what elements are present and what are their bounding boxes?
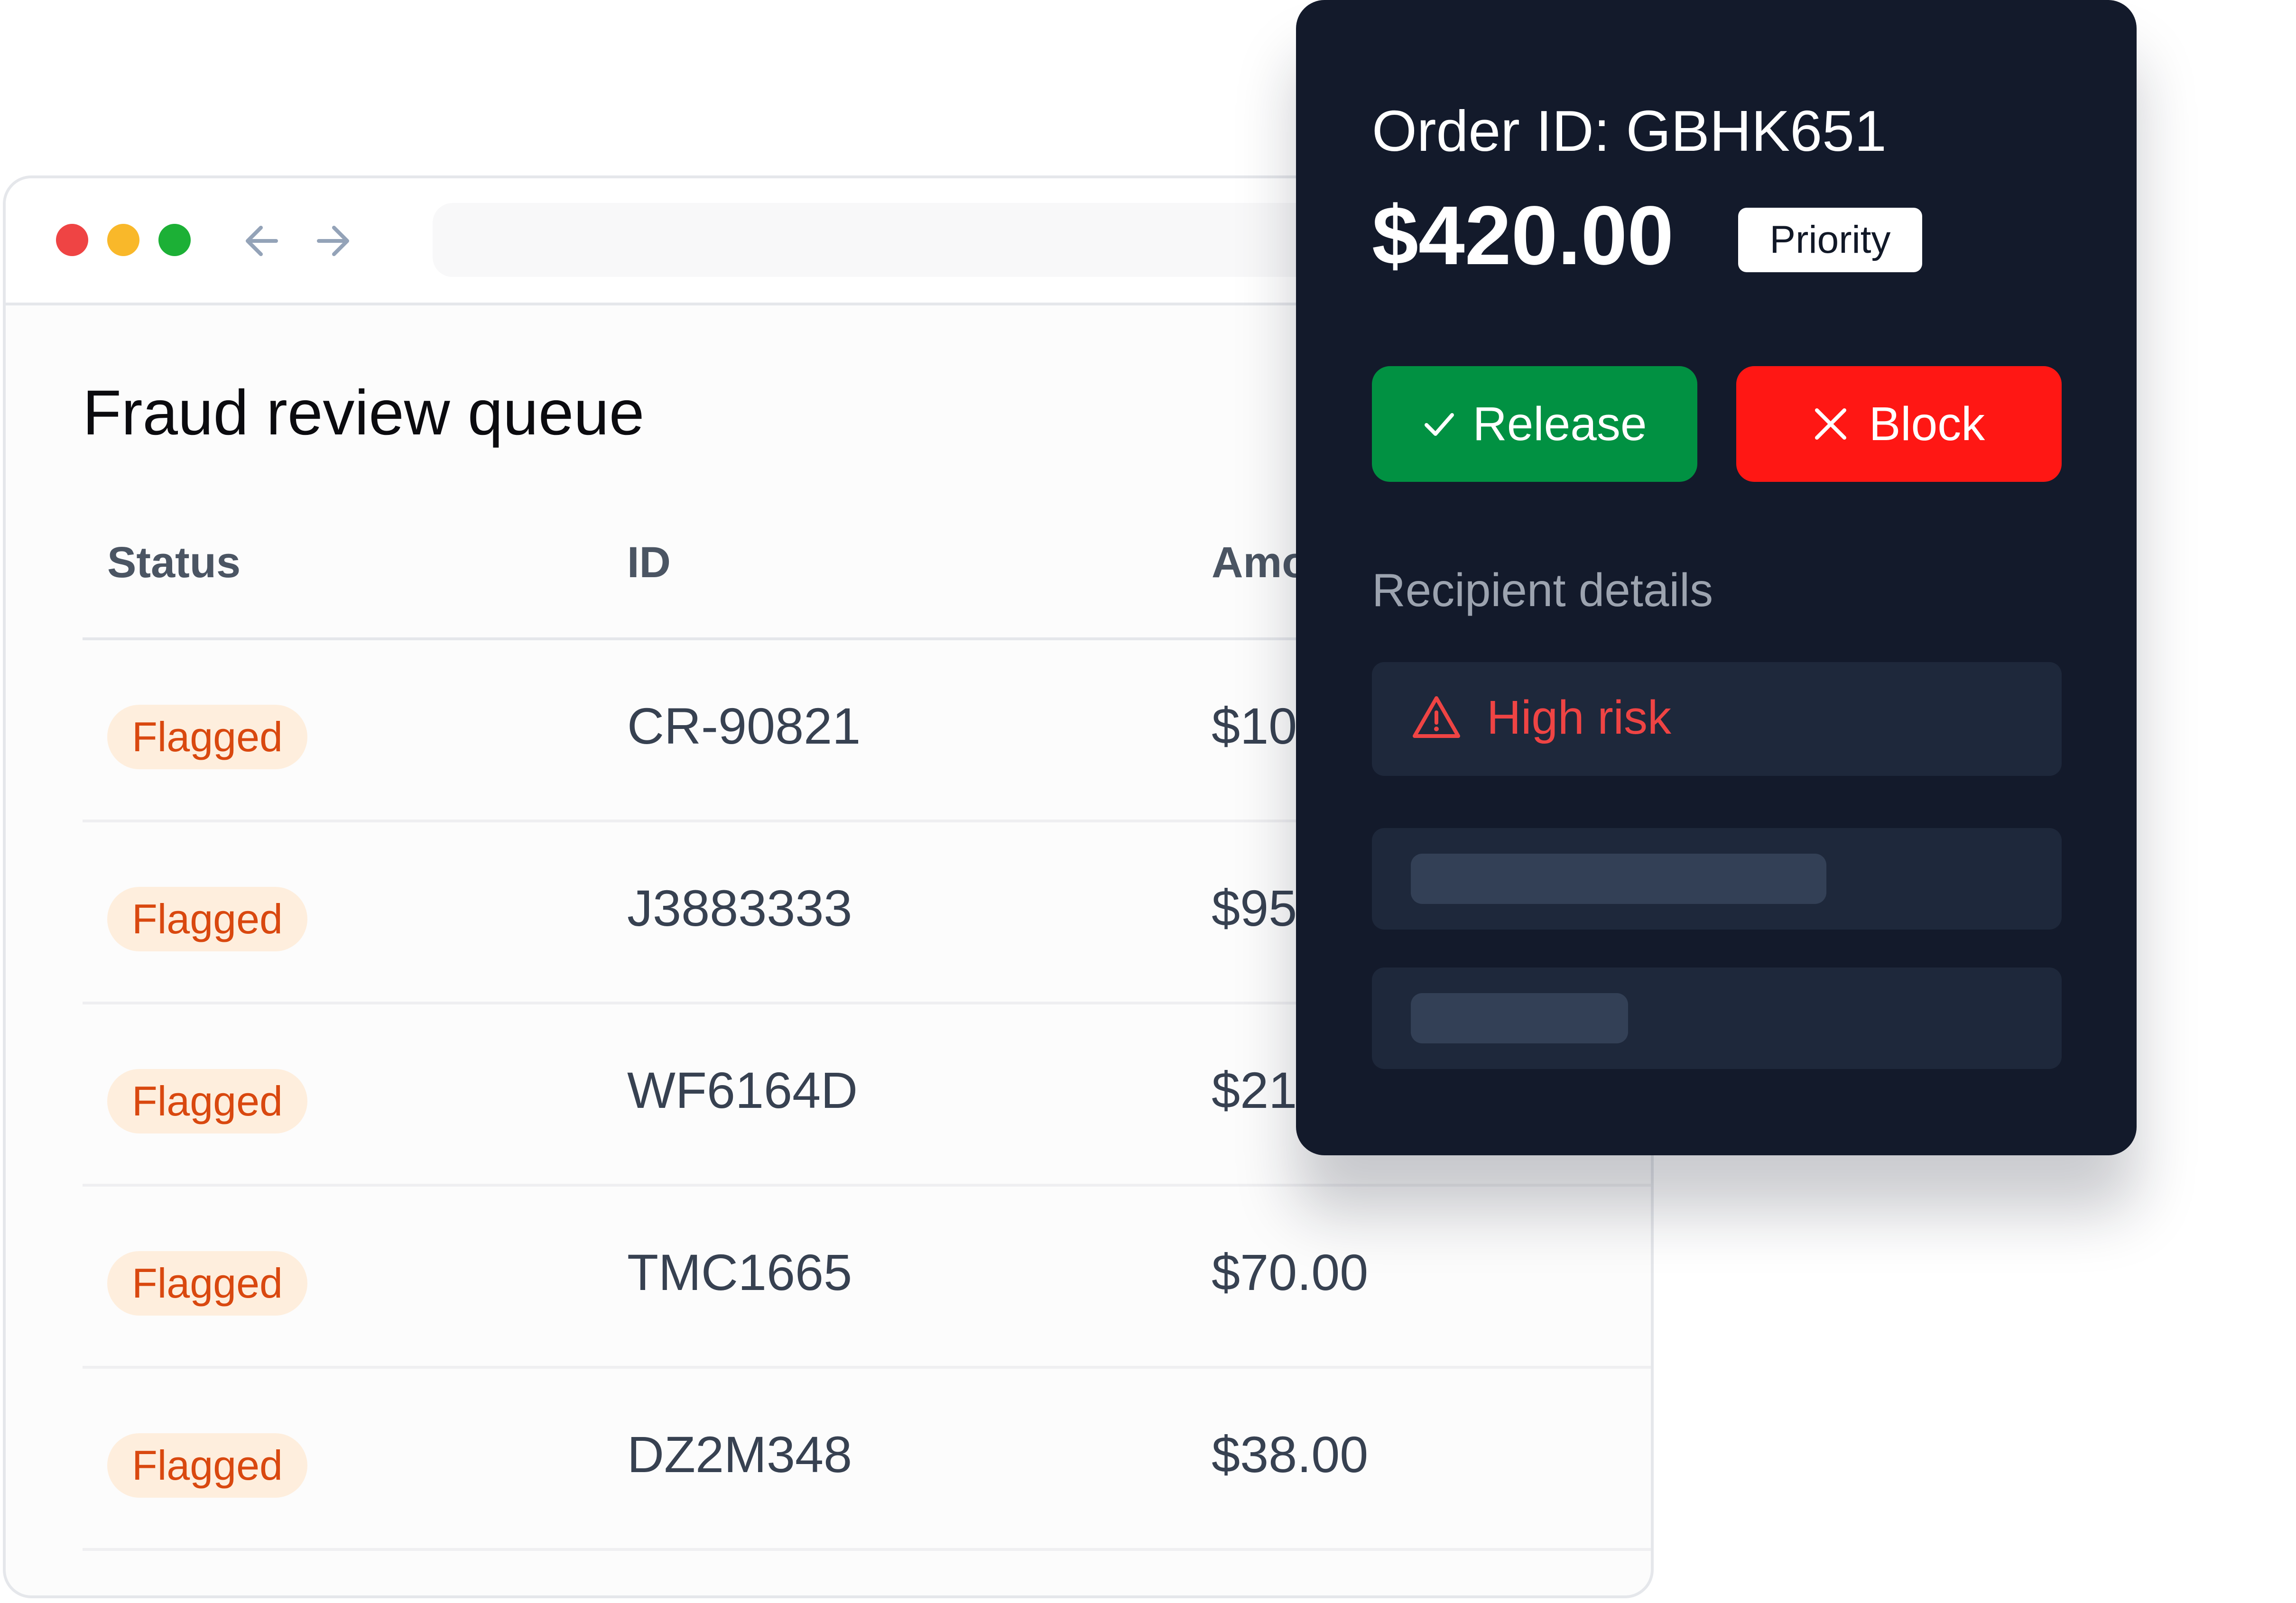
block-button[interactable]: Block — [1736, 366, 2062, 482]
status-badge: Flagged — [107, 1251, 307, 1316]
release-button-label: Release — [1472, 397, 1647, 451]
column-header-status[interactable]: Status — [107, 538, 241, 588]
recipient-details-label: Recipient details — [1372, 564, 1713, 616]
amount-cell: $95 — [1212, 879, 1297, 937]
order-amount: $420.00 — [1372, 189, 1674, 282]
order-id-cell: DZ2M348 — [627, 1426, 852, 1483]
x-icon — [1815, 408, 1846, 440]
table-row[interactable]: Flagged DZ2M348 $38.00 — [6, 1369, 1651, 1549]
recipient-detail-placeholder — [1372, 967, 2062, 1069]
status-badge: Flagged — [107, 1069, 307, 1133]
risk-indicator: High risk — [1372, 662, 2062, 776]
row-divider — [83, 1548, 1651, 1551]
order-id-heading: Order ID: GBHK651 — [1372, 99, 1887, 163]
order-id-cell: J3883333 — [627, 879, 852, 937]
column-header-id[interactable]: ID — [627, 538, 671, 588]
recipient-detail-placeholder — [1372, 828, 2062, 930]
amount-cell: $38.00 — [1212, 1426, 1369, 1483]
window-maximize-button[interactable] — [158, 224, 191, 256]
status-badge: Flagged — [107, 887, 307, 951]
table-row[interactable]: Flagged TMC1665 $70.00 — [6, 1187, 1651, 1367]
skeleton-bar — [1411, 993, 1628, 1043]
priority-badge: Priority — [1738, 208, 1922, 272]
order-id-cell: TMC1665 — [627, 1244, 852, 1301]
order-id-cell: CR-90821 — [627, 697, 861, 755]
risk-label: High risk — [1487, 691, 1671, 744]
skeleton-bar — [1411, 854, 1826, 904]
block-button-label: Block — [1869, 397, 1985, 451]
arrow-right-icon[interactable] — [314, 224, 352, 258]
amount-cell: $21 — [1212, 1061, 1297, 1119]
amount-cell: $10 — [1212, 697, 1297, 755]
check-icon — [1424, 413, 1454, 436]
order-id-cell: WF6164D — [627, 1061, 858, 1119]
order-detail-panel: Order ID: GBHK651 $420.00 Priority Relea… — [1296, 0, 2137, 1155]
warning-triangle-icon — [1413, 696, 1460, 738]
status-badge: Flagged — [107, 1433, 307, 1498]
page-title: Fraud review queue — [83, 378, 645, 448]
amount-cell: $70.00 — [1212, 1244, 1369, 1301]
status-badge: Flagged — [107, 705, 307, 769]
window-minimize-button[interactable] — [107, 224, 139, 256]
release-button[interactable]: Release — [1372, 366, 1697, 482]
column-header-amount[interactable]: Amo — [1212, 538, 1308, 588]
arrow-left-icon[interactable] — [243, 224, 281, 258]
window-close-button[interactable] — [56, 224, 88, 256]
